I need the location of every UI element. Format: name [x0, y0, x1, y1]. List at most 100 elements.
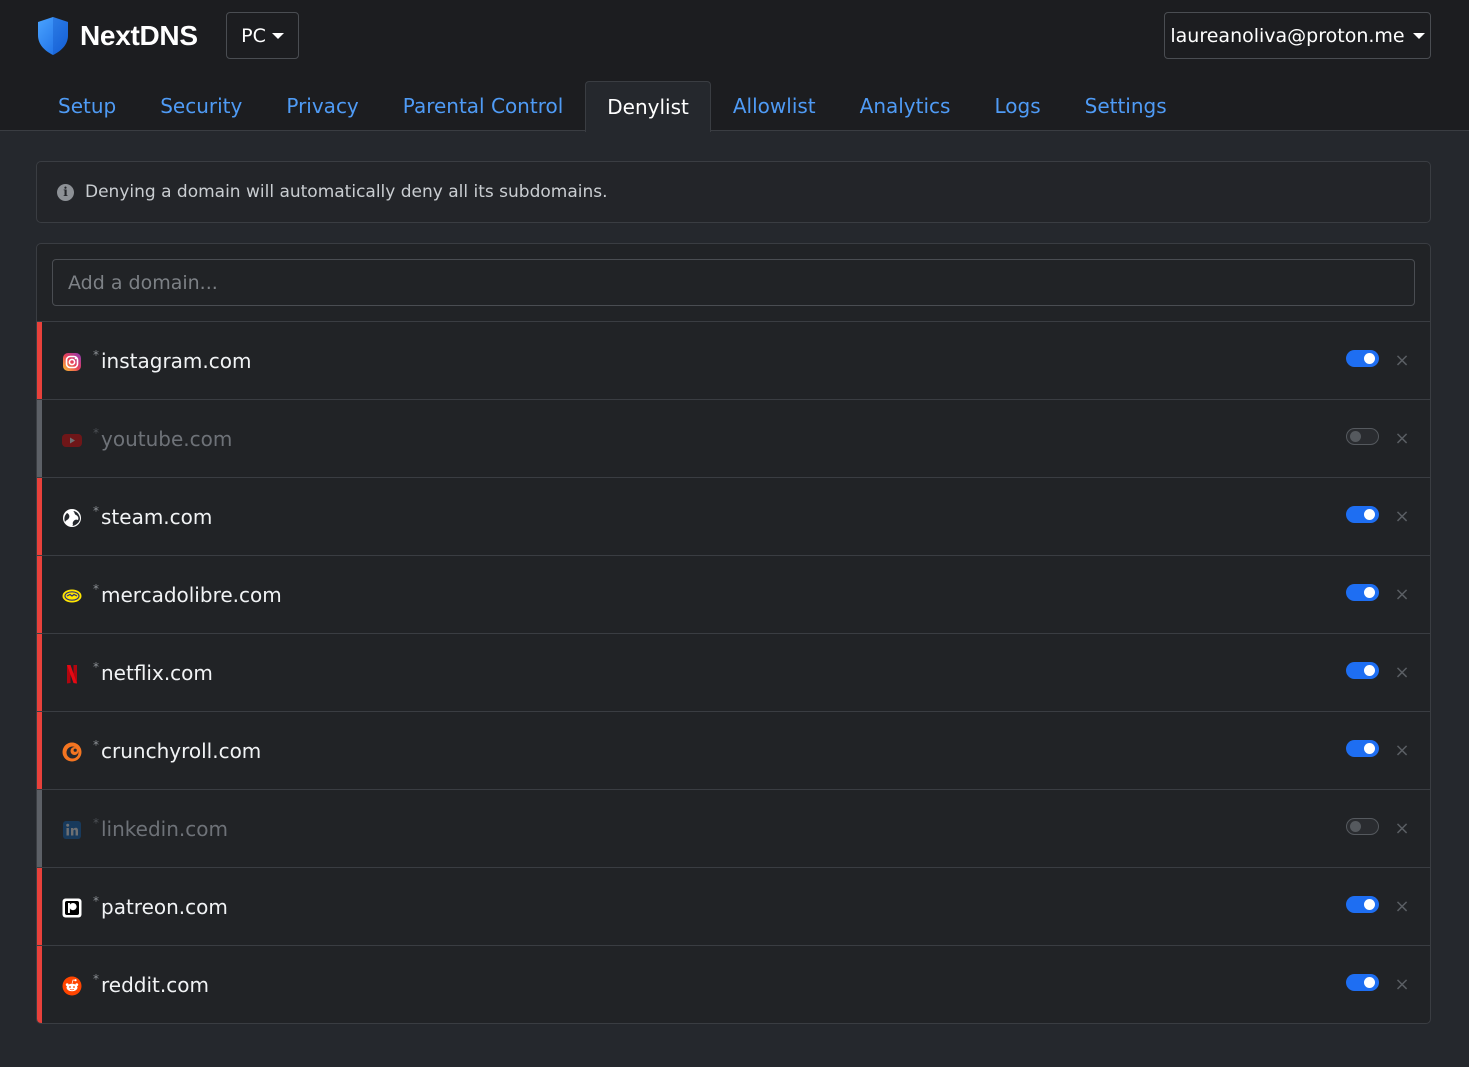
domain-toggle[interactable] [1346, 740, 1379, 757]
domain-label-group: * netflix.com [93, 634, 213, 712]
shield-icon [38, 17, 68, 55]
top-navbar: NextDNS PC laureanoliva@proton.me Setup S… [0, 0, 1469, 132]
domain-label-group: * linkedin.com [93, 790, 228, 868]
domain-label-group: * patreon.com [93, 868, 228, 946]
wildcard-indicator: * [93, 504, 99, 518]
configuration-label: PC [241, 24, 266, 47]
mercadolibre-icon [62, 586, 82, 606]
brand-logo[interactable]: NextDNS [36, 15, 198, 57]
tab-allowlist[interactable]: Allowlist [711, 80, 838, 131]
domain-toggle[interactable] [1346, 428, 1379, 445]
status-bar [37, 634, 42, 711]
domain-row-patreon: * patreon.com × [37, 868, 1430, 946]
domain-row-youtube: * youtube.com × [37, 400, 1430, 478]
status-bar [37, 400, 42, 477]
domain-row-reddit: * reddit.com × [37, 946, 1430, 1023]
youtube-icon [62, 430, 82, 450]
domain-name: reddit.com [101, 973, 209, 997]
globe-icon [62, 508, 82, 528]
remove-domain-button[interactable]: × [1394, 584, 1410, 606]
remove-domain-button[interactable]: × [1394, 818, 1410, 840]
toggle-knob [1364, 665, 1375, 676]
remove-domain-button[interactable]: × [1394, 662, 1410, 684]
tab-privacy[interactable]: Privacy [264, 80, 380, 131]
subdomain-notice: i Denying a domain will automatically de… [36, 161, 1431, 223]
status-bar [37, 712, 42, 789]
wildcard-indicator: * [93, 582, 99, 596]
domain-row-instagram: * instagram.com × [37, 322, 1430, 400]
wildcard-indicator: * [93, 348, 99, 362]
notice-text: Denying a domain will automatically deny… [85, 182, 608, 202]
add-domain-input[interactable] [52, 259, 1415, 306]
status-bar [37, 946, 42, 1023]
instagram-icon [62, 352, 82, 372]
domain-row-crunchyroll: * crunchyroll.com × [37, 712, 1430, 790]
domain-label-group: * youtube.com [93, 400, 232, 478]
domain-label-group: * steam.com [93, 478, 212, 556]
patreon-icon [62, 898, 82, 918]
tab-settings[interactable]: Settings [1063, 80, 1189, 131]
toggle-knob [1350, 821, 1361, 832]
domain-toggle[interactable] [1346, 662, 1379, 679]
wildcard-indicator: * [93, 816, 99, 830]
domain-toggle[interactable] [1346, 350, 1379, 367]
status-bar [37, 478, 42, 555]
tab-denylist[interactable]: Denylist [585, 81, 711, 132]
remove-domain-button[interactable]: × [1394, 974, 1410, 996]
status-bar [37, 556, 42, 633]
wildcard-indicator: * [93, 426, 99, 440]
remove-domain-button[interactable]: × [1394, 350, 1410, 372]
domain-toggle[interactable] [1346, 974, 1379, 991]
tab-setup[interactable]: Setup [36, 80, 138, 131]
netflix-icon [62, 664, 82, 684]
domain-name: patreon.com [101, 895, 228, 919]
remove-domain-button[interactable]: × [1394, 896, 1410, 918]
status-bar [37, 868, 42, 945]
domain-toggle[interactable] [1346, 896, 1379, 913]
domain-label-group: * instagram.com [93, 322, 251, 400]
toggle-knob [1350, 431, 1361, 442]
domain-toggle[interactable] [1346, 506, 1379, 523]
caret-down-icon [1412, 32, 1425, 39]
domain-toggle[interactable] [1346, 818, 1379, 835]
wildcard-indicator: * [93, 660, 99, 674]
toggle-knob [1364, 353, 1375, 364]
domain-label-group: * reddit.com [93, 946, 209, 1023]
domain-row-linkedin: * linkedin.com × [37, 790, 1430, 868]
domain-name: linkedin.com [101, 817, 228, 841]
tab-analytics[interactable]: Analytics [838, 80, 973, 131]
configuration-dropdown[interactable]: PC [226, 12, 299, 59]
status-bar [37, 790, 42, 867]
domain-label-group: * mercadolibre.com [93, 556, 282, 634]
domain-label-group: * crunchyroll.com [93, 712, 261, 790]
domain-list: * instagram.com × * youtube.com × * steam.com × *… [37, 322, 1430, 1023]
caret-down-icon [271, 32, 284, 39]
toggle-knob [1364, 587, 1375, 598]
denylist-card: *instagram.com×*youtube.com×*steam.com×*… [36, 243, 1431, 1024]
domain-name: netflix.com [101, 661, 213, 685]
remove-domain-button[interactable]: × [1394, 740, 1410, 762]
domain-row-mercadolibre: * mercadolibre.com × [37, 556, 1430, 634]
domain-name: youtube.com [101, 427, 233, 451]
crunchyroll-icon [62, 742, 82, 762]
add-domain-row [37, 244, 1430, 322]
tab-logs[interactable]: Logs [972, 80, 1062, 131]
domain-name: crunchyroll.com [101, 739, 262, 763]
brand-name: NextDNS [80, 20, 198, 51]
domain-toggle[interactable] [1346, 584, 1379, 601]
remove-domain-button[interactable]: × [1394, 506, 1410, 528]
info-icon: i [57, 183, 74, 201]
account-email: laureanoliva@proton.me [1170, 24, 1405, 47]
domain-name: mercadolibre.com [101, 583, 282, 607]
toggle-knob [1364, 743, 1375, 754]
tab-security[interactable]: Security [138, 80, 264, 131]
domain-row-netflix: * netflix.com × [37, 634, 1430, 712]
tab-parental-control[interactable]: Parental Control [381, 80, 586, 131]
main-tabs: Setup Security Privacy Parental Control Deny… [36, 80, 1189, 132]
linkedin-icon [62, 820, 82, 840]
wildcard-indicator: * [93, 738, 99, 752]
account-dropdown[interactable]: laureanoliva@proton.me [1164, 12, 1431, 59]
domain-name: steam.com [101, 505, 213, 529]
remove-domain-button[interactable]: × [1394, 428, 1410, 450]
domain-name: instagram.com [101, 349, 252, 373]
